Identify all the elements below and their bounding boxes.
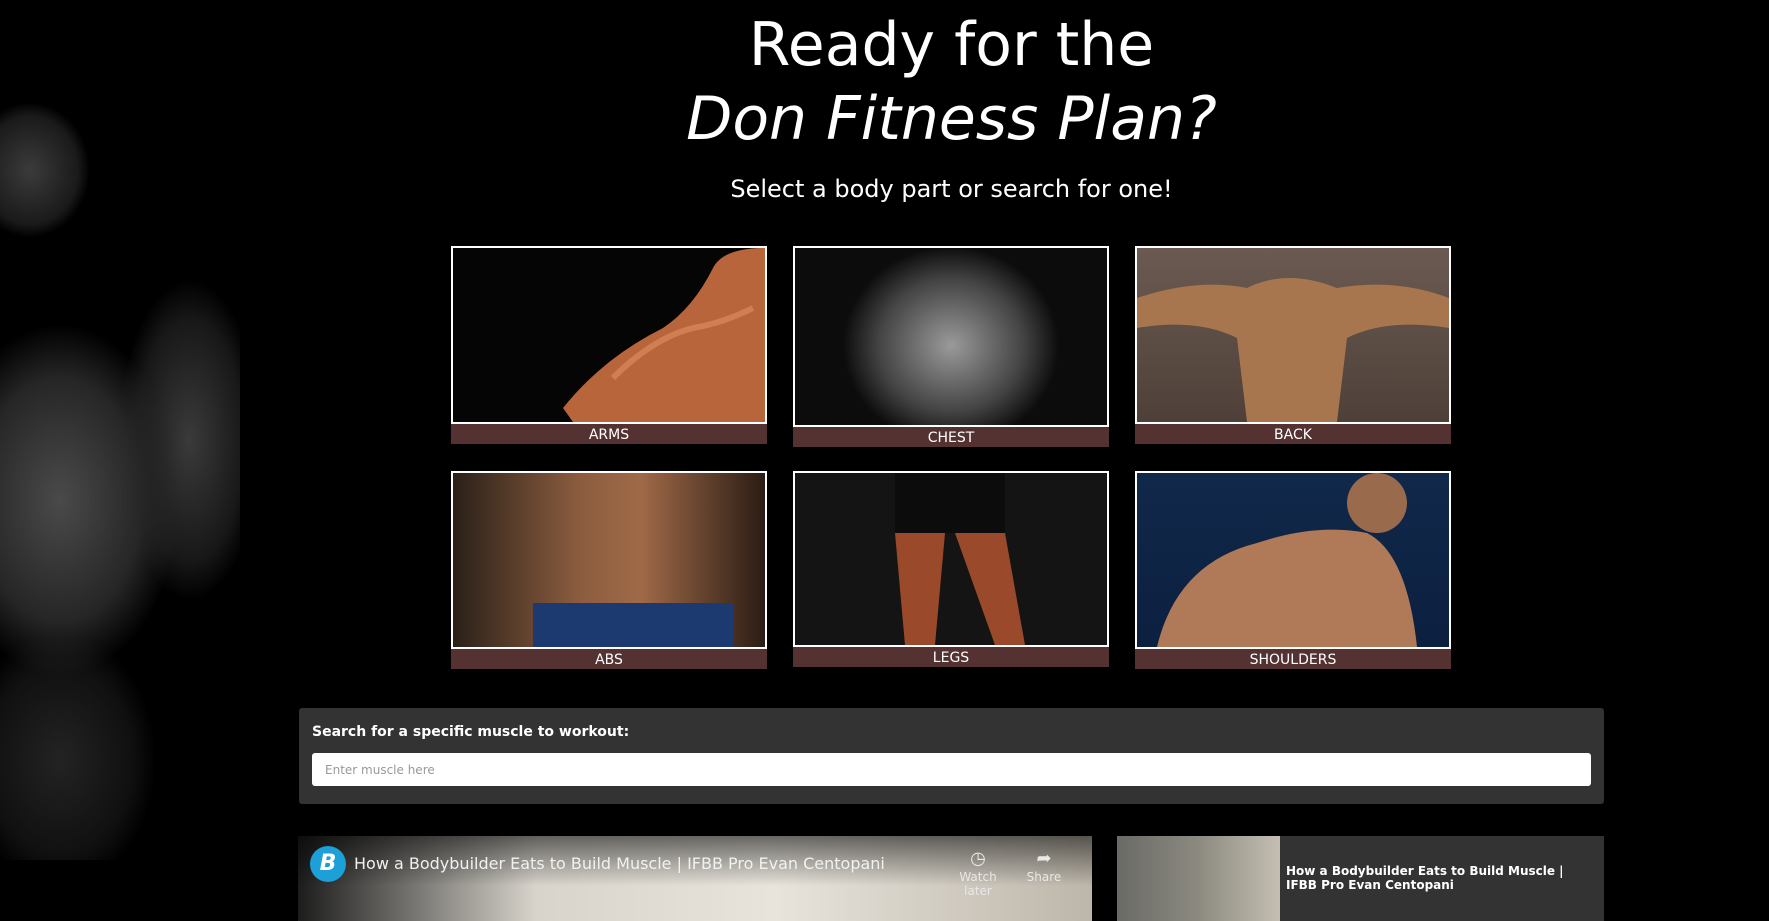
chest-image[interactable] (793, 246, 1109, 427)
muscle-search-panel: Search for a specific muscle to workout: (299, 708, 1604, 804)
page-title: Ready for the Don Fitness Plan? (0, 8, 1769, 156)
back-image[interactable] (1135, 246, 1451, 424)
legs-image[interactable] (793, 471, 1109, 647)
share-label: Share (1026, 870, 1062, 884)
share-arrow-icon: ➦ (1036, 848, 1052, 869)
muscle-search-input[interactable] (312, 753, 1591, 786)
body-part-label[interactable]: BACK (1135, 424, 1451, 444)
related-video-thumbnail[interactable] (1117, 836, 1280, 921)
video-player[interactable]: B How a Bodybuilder Eats to Build Muscle… (298, 836, 1092, 921)
watch-later-label: Watch later (959, 870, 997, 898)
watch-later-button[interactable]: ◷ Watch later (948, 848, 1008, 898)
title-line-2: Don Fitness Plan? (686, 84, 1217, 154)
video-title[interactable]: How a Bodybuilder Eats to Build Muscle |… (354, 854, 885, 873)
body-part-card-back[interactable]: BACK (1135, 246, 1451, 444)
share-button[interactable]: ➦ Share (1014, 848, 1074, 884)
title-line-1: Ready for the (748, 10, 1155, 80)
body-part-label[interactable]: LEGS (793, 647, 1109, 667)
search-label: Search for a specific muscle to workout: (312, 724, 630, 740)
body-part-label[interactable]: ARMS (451, 424, 767, 444)
clock-icon: ◷ (970, 848, 986, 869)
related-video-item[interactable]: How a Bodybuilder Eats to Build Muscle |… (1117, 836, 1604, 921)
body-part-card-abs[interactable]: ABS (451, 471, 767, 669)
related-video-title[interactable]: How a Bodybuilder Eats to Build Muscle |… (1286, 864, 1596, 892)
body-part-label[interactable]: CHEST (793, 427, 1109, 447)
body-part-card-shoulders[interactable]: SHOULDERS (1135, 471, 1451, 669)
body-part-card-chest[interactable]: CHEST (793, 246, 1109, 447)
body-part-card-legs[interactable]: LEGS (793, 471, 1109, 667)
arms-image[interactable] (451, 246, 767, 424)
abs-image[interactable] (451, 471, 767, 649)
body-part-card-arms[interactable]: ARMS (451, 246, 767, 444)
page-subtitle: Select a body part or search for one! (730, 175, 1173, 203)
channel-logo-icon[interactable]: B (310, 846, 346, 882)
shoulders-image[interactable] (1135, 471, 1451, 649)
body-part-label[interactable]: ABS (451, 649, 767, 669)
body-part-label[interactable]: SHOULDERS (1135, 649, 1451, 669)
